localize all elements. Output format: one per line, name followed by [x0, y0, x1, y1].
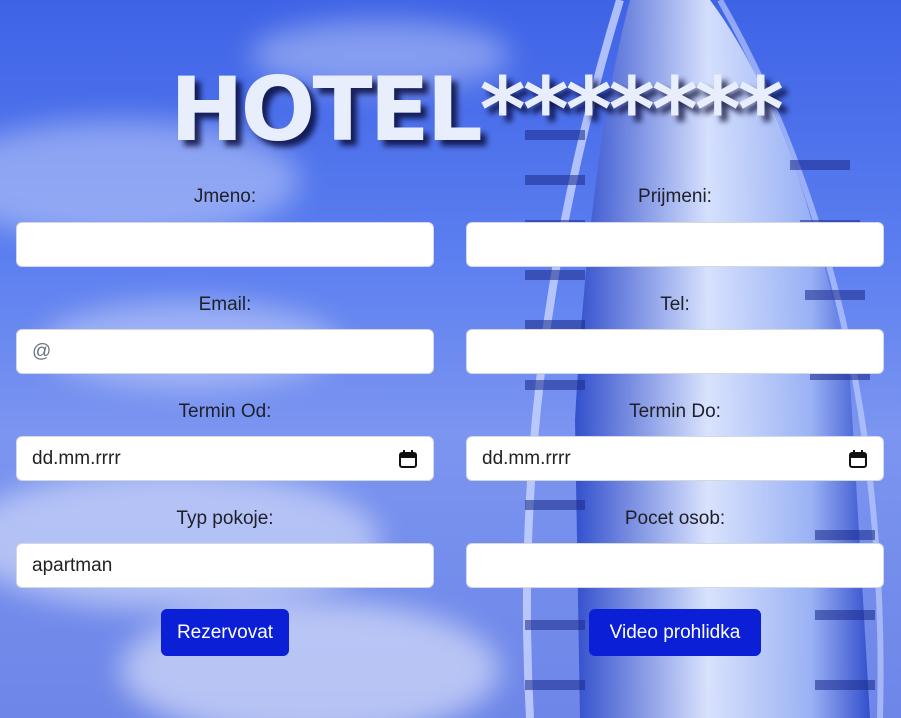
reserve-button[interactable]: Rezervovat — [161, 609, 289, 656]
date-from-label: Termin Od: — [178, 401, 272, 422]
room-type-value: apartman — [32, 554, 113, 576]
date-from-input[interactable]: dd.mm.rrrr — [16, 436, 434, 481]
phone-label: Tel: — [660, 294, 690, 315]
date-from-value: dd.mm.rrrr — [32, 447, 121, 469]
date-to-label: Termin Do: — [629, 401, 721, 422]
room-type-input[interactable]: apartman — [16, 543, 434, 588]
email-label: Email: — [198, 294, 252, 315]
first-name-label: Jmeno: — [193, 186, 257, 207]
date-to-input[interactable]: dd.mm.rrrr — [466, 436, 884, 481]
date-to-value: dd.mm.rrrr — [482, 447, 571, 469]
email-input[interactable]: @ — [16, 329, 434, 374]
calendar-icon[interactable] — [848, 449, 868, 469]
guests-label: Pocet osob: — [624, 508, 726, 529]
video-tour-button[interactable]: Video prohlidka — [589, 609, 761, 656]
calendar-icon[interactable] — [398, 449, 418, 469]
last-name-label: Prijmeni: — [638, 186, 712, 207]
last-name-input[interactable] — [466, 222, 884, 267]
email-placeholder: @ — [32, 340, 52, 362]
room-type-label: Typ pokoje: — [176, 508, 274, 529]
page-title: HOTEL******* — [170, 58, 784, 161]
guests-input[interactable] — [466, 543, 884, 588]
phone-input[interactable] — [466, 329, 884, 374]
first-name-input[interactable] — [16, 222, 434, 267]
